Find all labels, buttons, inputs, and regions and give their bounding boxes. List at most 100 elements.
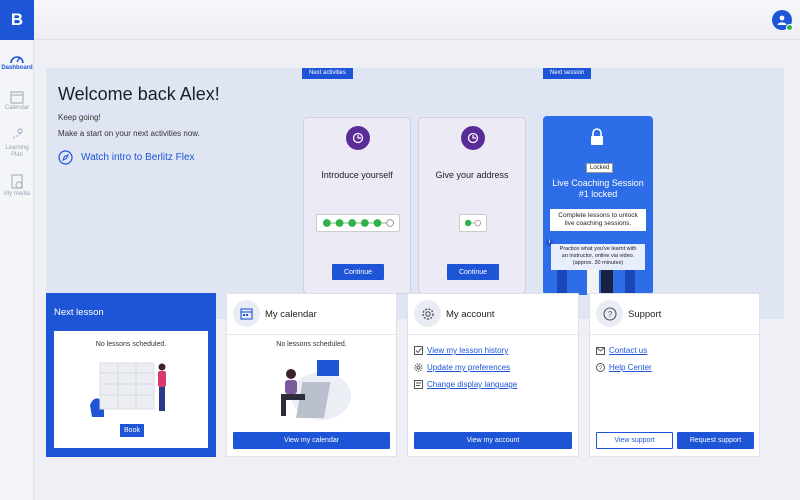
watch-intro-link[interactable]: Watch intro to Berlitz Flex [58,150,195,165]
welcome-panel: Welcome back Alex! Keep going! Make a st… [46,68,784,319]
help-icon: ? [602,306,617,321]
page-title: Welcome back Alex! [58,84,220,104]
activity-icon [461,126,485,150]
support-links: Contact us ? Help Center [596,346,652,380]
session-description-line: (approx. 30 minutes) [572,260,624,266]
live-coaching-session-card[interactable]: Locked Live Coaching Session #1 locked C… [543,116,653,295]
berlitz-logo[interactable]: B [0,0,34,40]
link-label: Change display language [427,380,518,389]
session-title-line: #1 locked [578,189,618,199]
view-my-calendar-button[interactable]: View my calendar [233,432,390,449]
card-title: My calendar [265,309,317,320]
progress-steps [465,219,481,227]
clock-icon [467,132,479,144]
sidebar-item-label: Learning Plan [5,145,29,158]
welcome-subtitle: Keep going! [58,113,101,122]
my-calendar-card: My calendar No lessons scheduled. View m… [226,293,397,457]
view-my-account-button[interactable]: View my account [414,432,572,449]
empty-state-text: No lessons scheduled. [95,341,167,348]
activity-icon [346,126,370,150]
unlock-message: Complete lessons to unlock live coaching… [550,209,646,231]
support-card: ? Support Contact us ? Help Center View … [589,293,760,457]
lock-icon [591,128,603,145]
next-lesson-card: Next lesson No lessons scheduled. Book [46,293,216,457]
language-icon [414,380,423,389]
activity-card[interactable]: Give your address Continue [418,117,526,294]
request-support-button[interactable]: Request support [677,432,754,449]
continue-button[interactable]: Continue [447,264,499,280]
mail-icon [596,346,605,355]
svg-text:?: ? [607,310,612,319]
session-title: Live Coaching Session #1 locked [543,178,653,200]
sidebar-item-label: Calendar [4,105,30,111]
session-description-line: an instructor, online via video. [561,253,635,259]
account-links: View my lesson history Update my prefere… [414,346,517,397]
card-header: ? Support [590,294,759,335]
activity-title: Give your address [435,170,509,180]
watch-intro-label: Watch intro to Berlitz Flex [81,152,195,163]
lesson-history-link[interactable]: View my lesson history [414,346,517,355]
sidebar-item-my-media[interactable]: My media [0,174,34,198]
question-icon: ? [596,363,605,372]
calendar-icon [240,308,253,320]
help-center-link[interactable]: ? Help Center [596,363,652,372]
user-avatar[interactable] [772,10,793,31]
my-account-card: My account View my lesson history Update… [407,293,579,457]
change-language-link[interactable]: Change display language [414,380,517,389]
sidebar-item-calendar[interactable]: Calendar [0,90,34,112]
learning-path-icon [12,128,23,141]
clock-icon [352,132,364,144]
welcome-description: Make a start on your next activities now… [58,129,200,138]
card-title: My account [446,309,495,320]
card-title: Support [628,309,662,320]
link-label: Help Center [609,363,652,372]
illustration-figure [557,266,567,295]
progress-steps [322,219,394,227]
empty-state-text: No lessons scheduled. [276,341,347,348]
view-support-button[interactable]: View support [596,432,673,449]
checkbox-icon [414,346,423,355]
locked-badge: Locked [586,163,614,173]
card-header: My account [408,294,578,335]
link-label: View my lesson history [427,346,509,355]
settings-icon [414,363,423,372]
session-title-line: Live Coaching Session [552,178,644,188]
next-lesson-body: No lessons scheduled. Book [54,331,208,448]
sidebar-item-learning-plan[interactable]: Learning Plan [0,128,34,159]
compass-icon [58,150,73,165]
media-icon [11,174,23,189]
sidebar-item-dashboard[interactable]: Dashboard [0,52,34,72]
activity-progress [316,214,400,232]
activity-progress [459,214,487,232]
sidebar: Dashboard Calendar Learning Plan My medi… [0,40,34,500]
main-content: Welcome back Alex! Keep going! Make a st… [34,40,800,500]
sidebar-item-label: Dashboard [1,65,33,71]
book-button[interactable]: Book [120,424,144,437]
sidebar-item-label: My media [3,191,30,197]
next-lesson-title: Next lesson [54,307,104,318]
session-description-line: Practice what you've learnt with [559,246,637,252]
continue-button[interactable]: Continue [332,264,384,280]
calendar-icon [10,91,24,104]
calendar-card-icon [233,300,260,327]
gauge-icon [10,56,24,64]
update-preferences-link[interactable]: Update my preferences [414,363,517,372]
contact-us-link[interactable]: Contact us [596,346,652,355]
support-card-icon: ? [596,300,623,327]
calendar-illustration [90,362,166,417]
link-label: Contact us [609,346,648,355]
activity-title: Introduce yourself [321,170,393,180]
link-label: Update my preferences [427,363,511,372]
account-card-icon [414,300,441,327]
next-session-tag: Next session [543,68,592,79]
unlock-message-line: live coaching sessions. [564,220,632,227]
person-with-laptop-illustration [281,360,351,420]
unlock-message-line: Complete lessons to unlock [558,212,638,219]
card-header: My calendar [227,294,396,335]
top-bar: B [0,0,800,40]
activity-card[interactable]: Introduce yourself Continue [303,117,411,294]
illustration-figure [601,266,613,295]
online-status-dot [786,24,793,31]
session-description: Practice what you've learnt with an inst… [551,244,645,270]
next-activities-tag: Next activities [302,68,354,79]
